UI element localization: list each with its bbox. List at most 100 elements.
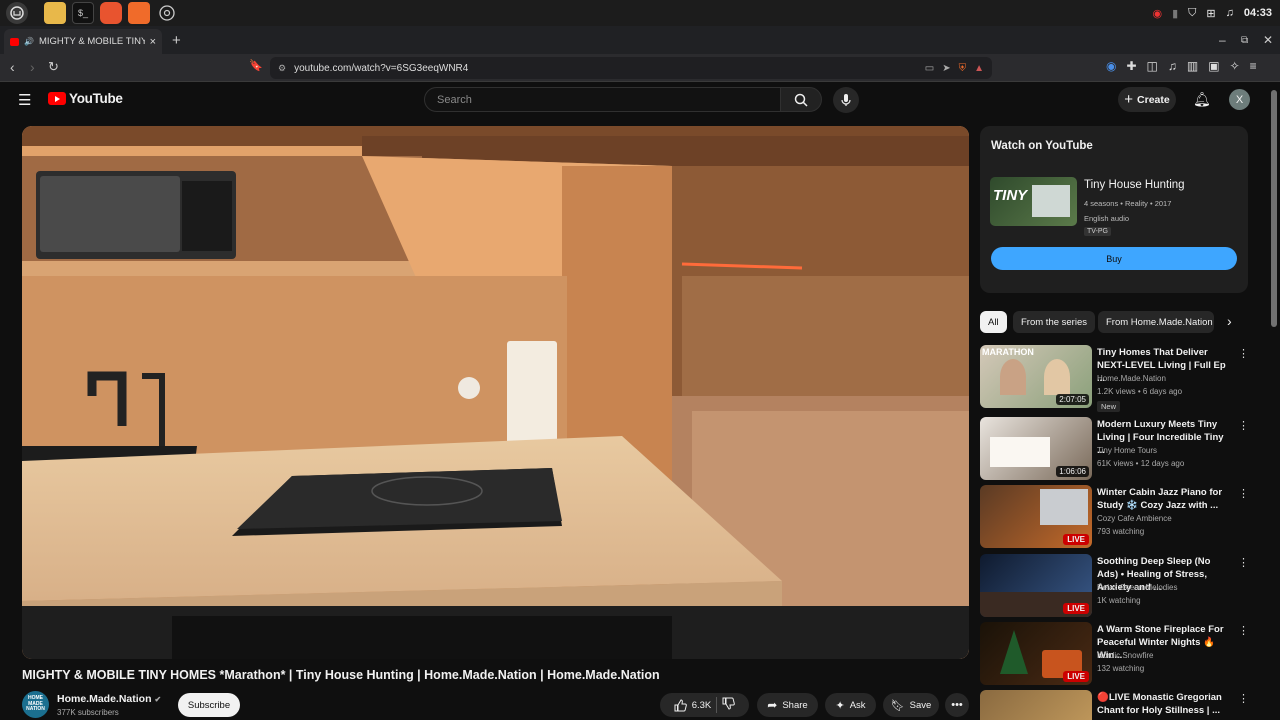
url-text: youtube.com/watch?v=6SG3eeqWNR4 (294, 62, 469, 74)
network-icon[interactable]: ⊞ (1206, 7, 1215, 20)
mint-menu-icon[interactable] (6, 2, 28, 24)
extension-icon-1[interactable]: ◉ (1106, 59, 1116, 73)
show-audio: English audio (1084, 214, 1130, 223)
close-window-icon[interactable]: ✕ (1263, 26, 1273, 54)
files-icon[interactable] (44, 2, 66, 24)
recommendation-item[interactable]: LIVE Winter Cabin Jazz Piano for Study ❄… (980, 485, 1249, 549)
rec-title: Winter Cabin Jazz Piano for Study ❄️ Coz… (1097, 487, 1223, 511)
tab-youtube[interactable]: 🔊 MIGHTY & MOBILE TINY H × (4, 29, 162, 54)
recommendation-item[interactable]: LIVE A Warm Stone Fireplace For Peaceful… (980, 622, 1249, 686)
video-thumbnail[interactable] (980, 690, 1092, 720)
ask-button[interactable]: ✦ Ask (825, 693, 876, 717)
send-icon[interactable]: ➤ (942, 63, 950, 74)
leo-icon[interactable]: ✧ (1230, 59, 1240, 73)
recommendation-item[interactable]: LIVE Soothing Deep Sleep (No Ads) • Heal… (980, 554, 1249, 618)
buy-label: Buy (1106, 253, 1122, 264)
search-input[interactable]: Search (424, 87, 781, 112)
firefox-icon[interactable] (100, 2, 122, 24)
account-avatar[interactable]: X (1229, 89, 1250, 110)
update-icon[interactable]: ◉ (1152, 7, 1162, 20)
more-vert-icon[interactable]: ⋮ (1238, 419, 1249, 432)
chip-all[interactable]: All (980, 311, 1007, 333)
more-vert-icon[interactable]: ⋮ (1238, 692, 1248, 705)
search-icon (794, 93, 808, 107)
video-thumbnail[interactable]: MARATHON 2:07:05 (980, 345, 1092, 408)
channel-avatar[interactable]: HOME MADE NATION (22, 691, 49, 718)
back-icon[interactable]: ‹ (10, 59, 15, 75)
like-button[interactable]: 6.3K (674, 698, 711, 712)
recommendation-item[interactable]: 🔴LIVE Monastic Gregorian Chant for Holy … (980, 690, 1248, 720)
address-bar: ‹ › ↻ 🔖 ⚙ youtube.com/watch?v=6SG3eeqWNR… (0, 54, 1280, 82)
dislike-button[interactable] (722, 697, 736, 713)
recommendation-item[interactable]: MARATHON 2:07:05 Tiny Homes That Deliver… (980, 345, 1249, 412)
more-vert-icon[interactable]: ⋮ (1238, 347, 1249, 360)
video-thumbnail[interactable]: 1:06:06 (980, 417, 1092, 480)
like-dislike-group: 6.3K (660, 693, 749, 717)
speaker-icon[interactable]: 🔊 (24, 37, 34, 46)
forward-icon[interactable]: › (30, 59, 35, 75)
search-button[interactable] (780, 87, 822, 112)
avatar-letter: X (1235, 93, 1244, 106)
bookmark-icon[interactable]: 🔖 (249, 59, 263, 72)
toggle-icon[interactable]: ▮ (1172, 7, 1178, 20)
channel-name[interactable]: Home.Made.Nation ✔ (57, 693, 161, 705)
screenshot-icon[interactable]: ◫ (1147, 59, 1158, 73)
recommendation-item[interactable]: 1:06:06 Modern Luxury Meets Tiny Living … (980, 417, 1249, 481)
cast-icon[interactable]: ▭ (925, 63, 934, 74)
more-vert-icon[interactable]: ⋮ (1238, 487, 1249, 500)
brave-icon[interactable] (128, 2, 150, 24)
video-thumbnail[interactable]: LIVE (980, 622, 1092, 685)
menu-icon[interactable]: ≡ (1250, 59, 1257, 73)
buy-button[interactable]: Buy (991, 247, 1237, 270)
search-placeholder: Search (437, 94, 472, 106)
show-thumbnail[interactable]: TINY (990, 177, 1077, 226)
page-scrollbar[interactable] (1271, 90, 1277, 327)
chip-from-series[interactable]: From the series (1013, 311, 1095, 333)
youtube-favicon-icon (10, 37, 19, 46)
subscribe-button[interactable]: Subscribe (178, 693, 240, 717)
rewards-icon[interactable]: ▲ (974, 63, 984, 74)
more-vert-icon[interactable]: ⋮ (1238, 556, 1249, 569)
filter-chips: All From the series From Home.Made.Natio… (980, 311, 1248, 333)
restore-icon[interactable]: ⧉ (1241, 26, 1248, 54)
video-thumbnail[interactable]: LIVE (980, 485, 1092, 548)
notifications-bell-icon[interactable]: 🔔︎ (1193, 91, 1211, 108)
close-tab-icon[interactable]: × (150, 36, 156, 48)
create-button[interactable]: + Create (1118, 87, 1176, 112)
tab-title: MIGHTY & MOBILE TINY H (38, 36, 145, 47)
share-button[interactable]: ➦ Share (757, 693, 818, 717)
extensions-icon[interactable]: ✚ (1126, 59, 1136, 73)
more-actions-button[interactable]: ••• (945, 693, 969, 717)
brave-shield-icon[interactable]: ⛨ (959, 63, 967, 74)
more-vert-icon[interactable]: ⋮ (1238, 624, 1249, 637)
person-image (1000, 359, 1026, 395)
save-button[interactable]: 🔖︎ Save (883, 693, 939, 717)
chip-from-channel[interactable]: From Home.Made.Nation (1098, 311, 1214, 333)
minimize-icon[interactable]: – (1219, 26, 1226, 54)
sidebar-icon[interactable]: ▥ (1187, 59, 1198, 73)
shield-icon[interactable]: ⛉ (1188, 7, 1196, 20)
show-title[interactable]: Tiny House Hunting (1084, 179, 1185, 191)
wallet-icon[interactable]: ▣ (1208, 59, 1219, 73)
site-settings-icon[interactable]: ⚙ (278, 63, 286, 74)
chromium-icon[interactable] (156, 2, 178, 24)
live-badge: LIVE (1063, 671, 1089, 682)
video-thumbnail[interactable]: LIVE (980, 554, 1092, 617)
rec-channel: Nordic Snowfire (1097, 651, 1154, 660)
reload-icon[interactable]: ↻ (48, 59, 59, 75)
thumbs-up-icon (674, 698, 687, 711)
terminal-icon[interactable]: $_ (72, 2, 94, 24)
url-field[interactable]: ⚙ youtube.com/watch?v=6SG3eeqWNR4 ▭ ➤ ⛨ … (270, 57, 992, 79)
music-icon[interactable]: ♫ (1226, 7, 1234, 19)
hamburger-menu-icon[interactable]: ☰ (18, 91, 31, 109)
media-icon[interactable]: ♫ (1168, 59, 1177, 73)
chips-next-icon[interactable]: › (1227, 313, 1232, 329)
duration-badge: 2:07:05 (1056, 394, 1089, 405)
clock[interactable]: 04:33 (1244, 7, 1272, 19)
plus-icon: + (1124, 91, 1134, 108)
voice-search-button[interactable] (833, 87, 859, 113)
youtube-logo[interactable]: YouTube (48, 91, 123, 106)
new-tab-button[interactable]: + (172, 26, 181, 54)
video-player[interactable] (22, 126, 969, 659)
save-label: Save (909, 699, 932, 711)
